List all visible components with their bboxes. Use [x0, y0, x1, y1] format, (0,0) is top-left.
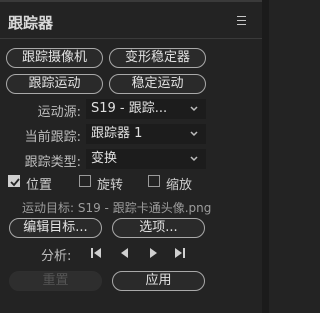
panel-top-border: [0, 0, 269, 2]
chevron-down-icon: [190, 156, 198, 162]
track-type-value: 变换: [91, 151, 118, 166]
panel-scrollbar[interactable]: [262, 0, 269, 313]
step-forward-icon[interactable]: [171, 246, 187, 260]
tracker-panel: 跟踪器 跟踪摄像机 变形稳定器 跟踪运动 稳定运动 运动源: S19 - 跟踪.…: [0, 0, 269, 313]
motion-target-text: 运动目标: S19 - 跟踪卡通头像.png: [22, 201, 212, 215]
edit-target-button[interactable]: 编辑目标...: [9, 218, 102, 238]
title-divider: [0, 38, 262, 39]
track-type-label: 跟踪类型:: [24, 155, 81, 170]
chevron-down-icon: [190, 106, 198, 112]
track-motion-button[interactable]: 跟踪运动: [6, 74, 103, 94]
motion-source-label: 运动源:: [37, 105, 81, 120]
checkbox-empty-icon: [79, 175, 91, 187]
track-type-select[interactable]: 变换: [86, 149, 206, 169]
motion-source-select[interactable]: S19 - 跟踪...: [86, 99, 206, 119]
play-backward-icon[interactable]: [117, 246, 133, 260]
analyze-label: 分析:: [41, 249, 72, 264]
motion-source-value: S19 - 跟踪...: [91, 101, 168, 116]
position-label: 位置: [26, 178, 53, 193]
play-forward-icon[interactable]: [145, 246, 161, 260]
stabilize-motion-button[interactable]: 稳定运动: [109, 74, 206, 94]
rotation-label: 旋转: [97, 178, 124, 193]
checkbox-empty-icon: [148, 175, 160, 187]
hamburger-menu-icon[interactable]: [237, 16, 246, 25]
track-camera-button[interactable]: 跟踪摄像机: [6, 48, 103, 68]
current-tracker-label: 当前跟踪:: [24, 130, 81, 145]
position-checkbox[interactable]: 位置: [8, 174, 68, 193]
scale-checkbox[interactable]: 缩放: [148, 174, 208, 193]
step-back-to-start-icon[interactable]: [89, 246, 105, 260]
warp-stabilizer-button[interactable]: 变形稳定器: [109, 48, 206, 68]
apply-button[interactable]: 应用: [112, 271, 205, 291]
options-button[interactable]: 选项...: [112, 218, 205, 238]
scale-label: 缩放: [166, 178, 193, 193]
current-tracker-value: 跟踪器 1: [91, 126, 143, 141]
chevron-down-icon: [190, 131, 198, 137]
rotation-checkbox[interactable]: 旋转: [79, 174, 139, 193]
reset-button[interactable]: 重置: [9, 271, 102, 291]
checkbox-checked-icon: [8, 175, 20, 187]
panel-title: 跟踪器: [8, 14, 54, 32]
current-tracker-select[interactable]: 跟踪器 1: [86, 124, 206, 144]
